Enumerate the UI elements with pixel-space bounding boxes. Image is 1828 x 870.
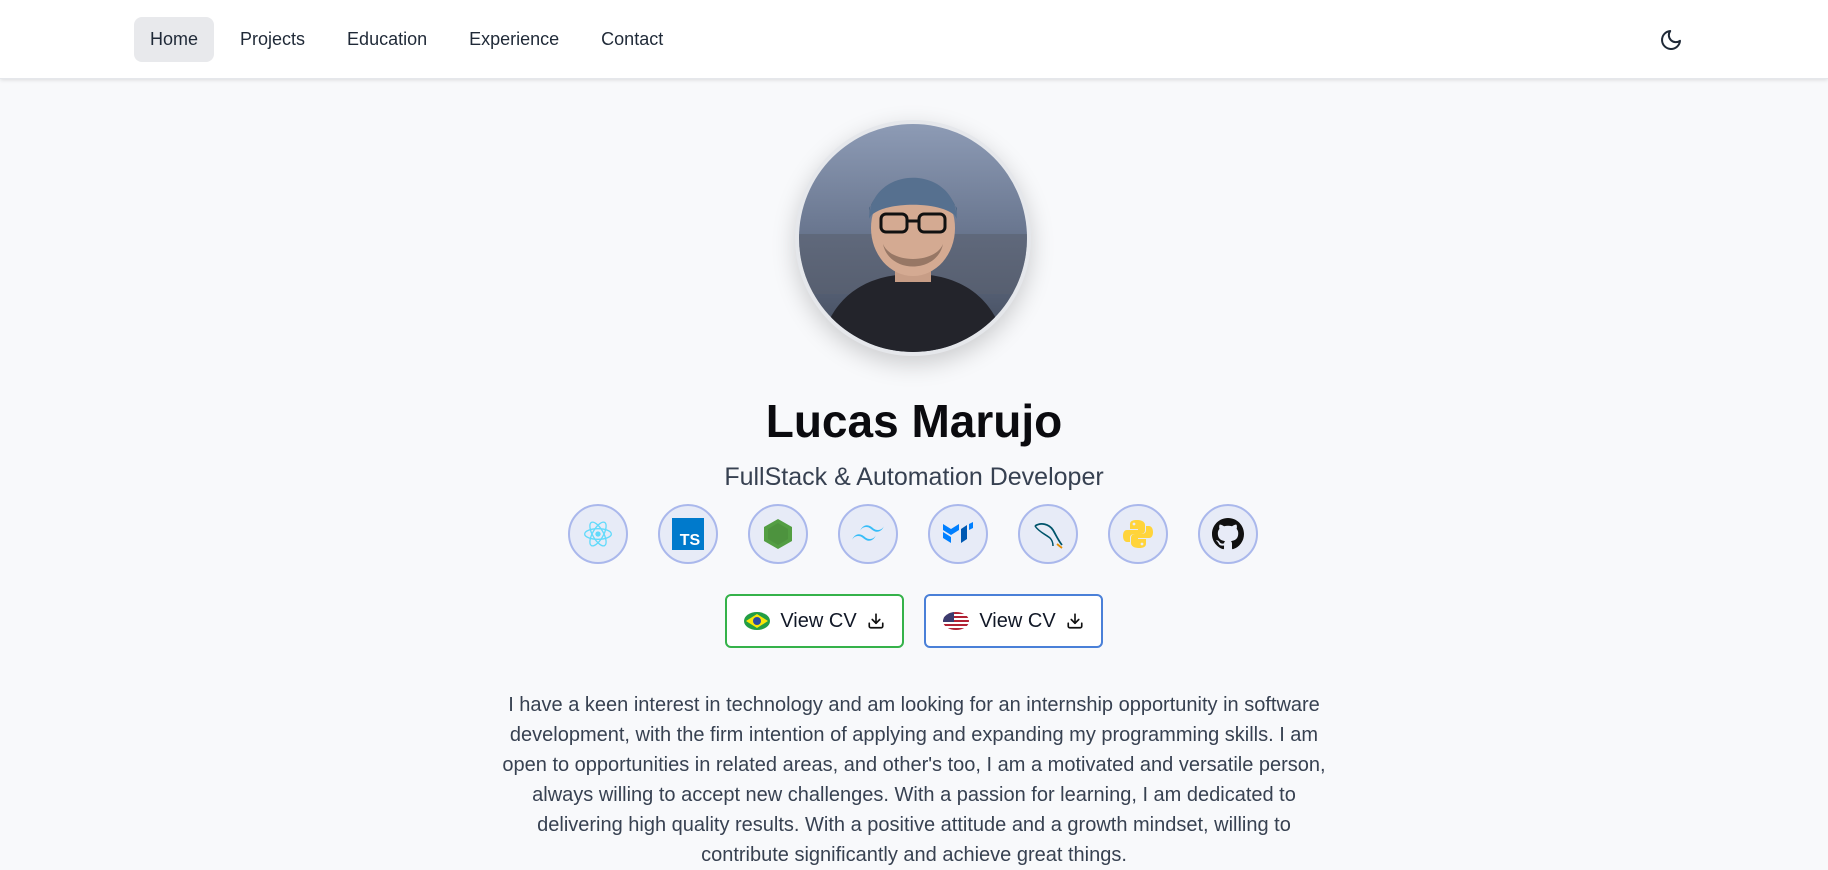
nav-item-education[interactable]: Education: [331, 17, 443, 62]
view-cv-portuguese-button[interactable]: View CV: [725, 594, 904, 648]
theme-toggle-button[interactable]: [1651, 22, 1691, 58]
mysql-icon[interactable]: [1018, 504, 1078, 564]
svg-text:TS: TS: [680, 532, 701, 549]
nav-item-experience[interactable]: Experience: [453, 17, 575, 62]
view-cv-label: View CV: [780, 609, 857, 632]
usa-flag-icon: [943, 612, 970, 630]
top-navbar: Home Projects Education Experience Conta…: [0, 0, 1828, 79]
download-icon: [868, 613, 884, 629]
nav-item-contact[interactable]: Contact: [585, 17, 679, 62]
react-icon[interactable]: [568, 504, 628, 564]
moon-icon: [1661, 30, 1681, 50]
profile-avatar: [795, 120, 1031, 356]
profile-name: Lucas Marujo: [765, 395, 1063, 447]
nodejs-icon[interactable]: [748, 504, 808, 564]
nav-links: Home Projects Education Experience Conta…: [134, 17, 679, 62]
brazil-flag-icon: [744, 612, 771, 630]
view-cv-label: View CV: [979, 609, 1056, 632]
typescript-icon[interactable]: TS: [658, 504, 718, 564]
nav-item-projects[interactable]: Projects: [224, 17, 321, 62]
mui-icon[interactable]: [928, 504, 988, 564]
download-icon: [1067, 613, 1083, 629]
python-icon[interactable]: [1108, 504, 1168, 564]
view-cv-english-button[interactable]: View CV: [924, 594, 1103, 648]
nav-item-home[interactable]: Home: [134, 17, 215, 62]
profile-role: FullStack & Automation Developer: [724, 463, 1104, 491]
profile-photo: [799, 124, 1027, 352]
tailwind-icon[interactable]: [838, 504, 898, 564]
bio-paragraph: I have a keen interest in technology and…: [502, 694, 1326, 866]
github-icon[interactable]: [1198, 504, 1258, 564]
